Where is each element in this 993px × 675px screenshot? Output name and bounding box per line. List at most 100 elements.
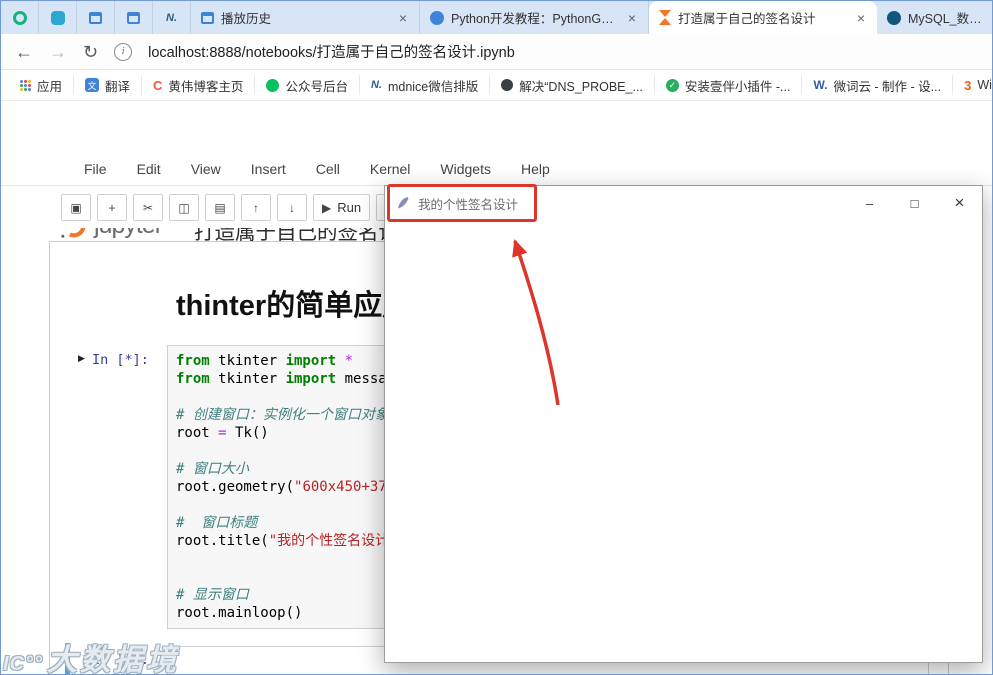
plus-icon: +: [108, 200, 116, 215]
forward-button[interactable]: →: [49, 43, 67, 61]
bookmark-label: 解决“DNS_PROBE_...: [519, 79, 643, 94]
run-button[interactable]: ▶ Run: [313, 194, 371, 221]
run-button-label: Run: [337, 200, 362, 215]
maximize-button[interactable]: □: [892, 186, 937, 220]
bookmark-weiciyun[interactable]: W. 微词云 - 制作 - 设...: [802, 75, 954, 95]
minimize-button[interactable]: –: [847, 186, 892, 220]
translate-icon: 文: [85, 78, 100, 92]
bookmark-label: Win: [977, 78, 992, 92]
tkinter-window-controls: – □ ×: [847, 186, 982, 220]
dns-icon: [501, 79, 514, 91]
page-info-icon[interactable]: i: [114, 42, 133, 61]
menu-insert[interactable]: Insert: [236, 161, 301, 177]
tab-close-icon[interactable]: ×: [397, 11, 409, 25]
bookmark-win[interactable]: 3 Win: [953, 75, 992, 95]
cut-button[interactable]: ✂: [133, 194, 163, 221]
menu-file[interactable]: File: [69, 161, 122, 177]
menu-cell[interactable]: Cell: [301, 161, 355, 177]
bookmark-mdnice[interactable]: N. mdnice微信排版: [360, 75, 491, 95]
mini-tab[interactable]: [39, 1, 77, 34]
bookmark-label: 微词云 - 制作 - 设...: [833, 79, 942, 94]
mini-tab[interactable]: [77, 1, 115, 34]
bookmark-label: 翻译: [105, 79, 131, 94]
bookmark-label: mdnice微信排版: [387, 79, 479, 94]
arrow-down-icon: ↓: [289, 200, 295, 215]
url-text[interactable]: localhost:8888/notebooks/打造属于自己的签名设计.ipy…: [148, 41, 515, 62]
mini-tab[interactable]: [115, 1, 153, 34]
calendar-icon: [201, 11, 214, 24]
bookmarks-bar: 应用文翻译 C 黄伟博客主页 公众号后台 N. mdnice微信排版 解决“DNS_PROB…: [1, 70, 992, 101]
copy-button[interactable]: ◫: [169, 194, 199, 221]
menu-widgets[interactable]: Widgets: [425, 161, 506, 177]
cell-prompt: In [*]:: [92, 352, 149, 368]
tab-signature-design[interactable]: 打造属于自己的签名设计 ×: [649, 1, 877, 34]
bookmark-label: 应用: [37, 79, 63, 94]
move-down-button[interactable]: ↓: [277, 194, 307, 221]
bookmark-label: 安装壹伴小插件 -...: [684, 79, 791, 94]
close-button[interactable]: ×: [937, 186, 982, 220]
bookmark-dns-fix[interactable]: 解决“DNS_PROBE_...: [490, 75, 655, 95]
tab-title: 播放历史: [221, 12, 272, 26]
bookmark-label: 黄伟博客主页: [168, 79, 244, 94]
tab-close-icon[interactable]: ×: [626, 11, 638, 25]
jupyter-menubar: File Edit View Insert Cell Kernel Widgets Help: [1, 153, 992, 186]
jupyter-header: jupyter 打造属于自己的签名设计 Last Checkpoint: 1 小…: [1, 101, 992, 244]
bookmark-apps[interactable]: 应用: [9, 75, 75, 95]
menu-edit[interactable]: Edit: [122, 161, 176, 177]
browser-tabs: 播放历史 × Python开发教程：PythonGUI编 × 打造属于自己的签名设计 × M…: [191, 1, 992, 34]
green-swirl-icon: [12, 10, 27, 25]
annotation-highlight-rect: [387, 184, 537, 222]
wechat-icon: [266, 78, 280, 92]
paste-button[interactable]: ▤: [205, 194, 235, 221]
address-bar-row: ← → ↻ i localhost:8888/notebooks/打造属于自己的…: [1, 34, 992, 70]
tab-close-icon[interactable]: ×: [855, 11, 867, 25]
pinned-tabs: N.: [1, 1, 191, 34]
mysql-icon: [887, 10, 901, 25]
tab-play-history[interactable]: 播放历史 ×: [191, 1, 420, 34]
run-icon: ▶: [322, 200, 332, 215]
bookmark-label: 公众号后台: [285, 79, 348, 94]
calendar-icon: [89, 11, 102, 24]
move-up-button[interactable]: ↑: [241, 194, 271, 221]
browser-window: N. 播放历史 × Python开发教程：PythonGUI编 × 打造属于自己的签名设…: [0, 0, 993, 675]
paste-icon: ▤: [214, 200, 226, 215]
cut-icon: ✂: [142, 200, 154, 215]
menu-view[interactable]: View: [176, 161, 236, 177]
weiciyun-w-icon: W.: [813, 78, 828, 92]
mini-tab[interactable]: N.: [153, 1, 191, 34]
bookmark-translate[interactable]: 文翻译: [74, 75, 143, 95]
cell-collapse-icon[interactable]: ▶: [78, 353, 85, 364]
tab-title: Python开发教程：PythonGUI编: [451, 12, 619, 26]
copy-icon: ◫: [178, 200, 190, 215]
check-icon: ✓: [665, 78, 679, 92]
tab-title: 打造属于自己的签名设计: [678, 12, 816, 26]
watermark-logo: IC°°: [3, 653, 43, 675]
mdnice-n-icon: N.: [166, 11, 177, 24]
teal-app-icon: [50, 10, 65, 25]
insert-cell-button[interactable]: +: [97, 194, 127, 221]
win-icon: 3: [964, 77, 972, 93]
csdn-c-icon: C: [153, 77, 163, 93]
tab-mysql[interactable]: MySQL_数据库: [877, 1, 992, 34]
refresh-button[interactable]: ↻: [83, 43, 98, 61]
tab-python-tutorial[interactable]: Python开发教程：PythonGUI编 ×: [420, 1, 649, 34]
apps-grid-icon: [20, 79, 31, 91]
tkinter-window: 我的个性签名设计 – □ ×: [384, 185, 983, 663]
watermark-text: 大数据境: [47, 644, 179, 675]
menu-kernel[interactable]: Kernel: [355, 161, 425, 177]
tab-strip: N. 播放历史 × Python开发教程：PythonGUI编 × 打造属于自己的签名设…: [1, 1, 992, 34]
save-button[interactable]: ▣: [61, 194, 91, 221]
menu-help[interactable]: Help: [506, 161, 565, 177]
arrow-up-icon: ↑: [253, 200, 259, 215]
python-doc-icon: [430, 10, 444, 25]
mini-tab[interactable]: [1, 1, 39, 34]
back-button[interactable]: ←: [15, 43, 33, 61]
tkinter-window-body: [385, 220, 982, 662]
markdown-heading[interactable]: thinter的简单应用: [176, 282, 411, 324]
mdnice-n-icon: N.: [370, 79, 382, 91]
bookmark-yiban-plugin[interactable]: ✓ 安装壹伴小插件 -...: [655, 75, 803, 95]
video-watermark: IC°° 大数据境: [3, 635, 179, 675]
bookmark-wechat-admin[interactable]: 公众号后台: [255, 75, 360, 95]
calendar-icon: [127, 11, 140, 24]
bookmark-blog-home[interactable]: C 黄伟博客主页: [142, 75, 256, 95]
